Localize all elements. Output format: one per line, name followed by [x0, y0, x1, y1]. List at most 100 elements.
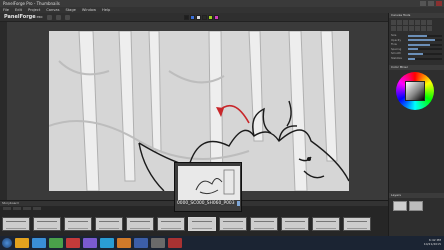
- setting-slider[interactable]: [408, 39, 442, 42]
- clock-date: 10/21/2015: [423, 242, 441, 246]
- color-swatch[interactable]: [213, 14, 219, 20]
- storyboard-panel-thumbnail[interactable]: [312, 217, 340, 231]
- setting-slider[interactable]: [408, 57, 442, 60]
- layer-thumbnail-secondary[interactable]: [409, 201, 423, 211]
- logo-badge: PRO: [36, 15, 43, 19]
- line-tool-icon[interactable]: [391, 26, 396, 31]
- color-swatch[interactable]: [201, 14, 207, 20]
- menu-edit[interactable]: Edit: [15, 8, 22, 12]
- setting-row: Stabilize: [391, 57, 442, 61]
- setting-slider[interactable]: [408, 48, 442, 51]
- minimize-button[interactable]: [420, 1, 426, 6]
- color-swatch[interactable]: [189, 14, 195, 20]
- setting-row: Opacity: [391, 38, 442, 42]
- color-swatch[interactable]: [207, 14, 213, 20]
- text-tool-icon[interactable]: [403, 26, 408, 31]
- eyedropper-tool-icon[interactable]: [427, 26, 432, 31]
- shape-tool-icon[interactable]: [397, 26, 402, 31]
- setting-label: Spacing: [391, 47, 402, 51]
- storyboard-panel-thumbnail[interactable]: [33, 217, 61, 231]
- text-caret: [237, 201, 240, 206]
- taskbar-app-icon[interactable]: [49, 238, 63, 248]
- brush-settings: Size Opacity Flow Spacing Smooth Stabilize: [389, 34, 444, 61]
- eraser-tool-icon[interactable]: [403, 20, 408, 25]
- storyboard-panel-thumbnail[interactable]: [95, 217, 123, 231]
- thumbnail-name-field[interactable]: 0000_SC000_SH060_P003: [177, 201, 237, 206]
- color-swatch[interactable]: [183, 14, 189, 20]
- setting-row: Flow: [391, 43, 442, 47]
- storyboard-panel-thumbnail[interactable]: [126, 217, 154, 231]
- taskbar-app-icon[interactable]: [83, 238, 97, 248]
- color-swatches: [183, 14, 219, 20]
- delete-panel-button[interactable]: [13, 207, 21, 210]
- setting-slider[interactable]: [408, 52, 442, 55]
- setting-slider-fill: [408, 34, 427, 37]
- taskbar-app-icon[interactable]: [117, 238, 131, 248]
- title-bar: PanelForge Pro - Thumbnails: [0, 0, 444, 7]
- taskbar-app-icon[interactable]: [100, 238, 114, 248]
- menu-stage[interactable]: Stage: [65, 8, 75, 12]
- storyboard-panel-thumbnail[interactable]: [64, 217, 92, 231]
- brush-tool-button[interactable]: [64, 14, 70, 20]
- storyboard-panel-thumbnail[interactable]: [281, 217, 309, 231]
- layer-thumbnail[interactable]: [393, 201, 407, 211]
- setting-slider-fill: [408, 48, 419, 51]
- setting-slider-fill: [408, 57, 415, 60]
- setting-slider-fill: [408, 52, 424, 55]
- setting-label: Flow: [391, 43, 397, 47]
- redo-button[interactable]: [55, 14, 61, 20]
- color-swatch[interactable]: [195, 14, 201, 20]
- storyboard-panel-thumbnail[interactable]: [2, 217, 30, 231]
- window-title: PanelForge Pro - Thumbnails: [3, 1, 60, 6]
- fill-tool-icon[interactable]: [409, 20, 414, 25]
- maximize-button[interactable]: [428, 1, 434, 6]
- taskbar-app-icon[interactable]: [134, 238, 148, 248]
- start-button[interactable]: [2, 238, 12, 248]
- zoom-tool-icon[interactable]: [427, 20, 432, 25]
- taskbar-icons: [15, 238, 182, 248]
- storyboard-panel-thumbnail[interactable]: [188, 217, 216, 231]
- setting-slider-fill: [408, 43, 431, 46]
- tool-grid: [389, 18, 444, 33]
- close-button[interactable]: [436, 1, 442, 6]
- main-toolbar: PanelForge PRO: [0, 13, 388, 22]
- layers-header: Layers: [389, 193, 444, 198]
- pencil-tool-icon[interactable]: [391, 20, 396, 25]
- select-tool-icon[interactable]: [415, 20, 420, 25]
- taskbar-app-icon[interactable]: [32, 238, 46, 248]
- os-taskbar: 6:42 PM 10/21/2015: [0, 236, 444, 250]
- setting-slider[interactable]: [408, 43, 442, 46]
- move-tool-icon[interactable]: [421, 20, 426, 25]
- brush-tool-icon[interactable]: [397, 20, 402, 25]
- thumbnail-strip: [2, 217, 386, 235]
- play-button[interactable]: [23, 207, 31, 210]
- menu-file[interactable]: File: [3, 8, 9, 12]
- setting-row: Spacing: [391, 47, 442, 51]
- popup-thumbnail-image: [178, 166, 240, 200]
- rotate-tool-icon[interactable]: [421, 26, 426, 31]
- taskbar-app-icon[interactable]: [168, 238, 182, 248]
- popup-sketch: [195, 169, 235, 195]
- menu-help[interactable]: Help: [102, 8, 110, 12]
- left-tool-strip: [0, 22, 7, 200]
- taskbar-app-icon[interactable]: [15, 238, 29, 248]
- hand-tool-icon[interactable]: [415, 26, 420, 31]
- taskbar-app-icon[interactable]: [151, 238, 165, 248]
- setting-label: Size: [391, 34, 397, 38]
- right-panel: Canvas Tools Size Opacity Flow Spacing Smoot…: [388, 13, 444, 236]
- add-panel-button[interactable]: [3, 207, 11, 210]
- setting-slider[interactable]: [408, 34, 442, 37]
- storyboard-panel-thumbnail[interactable]: [343, 217, 371, 231]
- zoom-timeline-button[interactable]: [33, 207, 41, 210]
- storyboard-panel-thumbnail[interactable]: [250, 217, 278, 231]
- taskbar-app-icon[interactable]: [66, 238, 80, 248]
- color-saturation-square[interactable]: [405, 80, 425, 101]
- storyboard-panel-thumbnail[interactable]: [219, 217, 247, 231]
- menu-project[interactable]: Project: [28, 8, 40, 12]
- storyboard-panel-thumbnail[interactable]: [157, 217, 185, 231]
- menu-canvas[interactable]: Canvas: [46, 8, 59, 12]
- app-logo: PanelForge PRO: [4, 14, 43, 20]
- menu-window[interactable]: Window: [82, 8, 96, 12]
- undo-button[interactable]: [46, 14, 52, 20]
- lasso-tool-icon[interactable]: [409, 26, 414, 31]
